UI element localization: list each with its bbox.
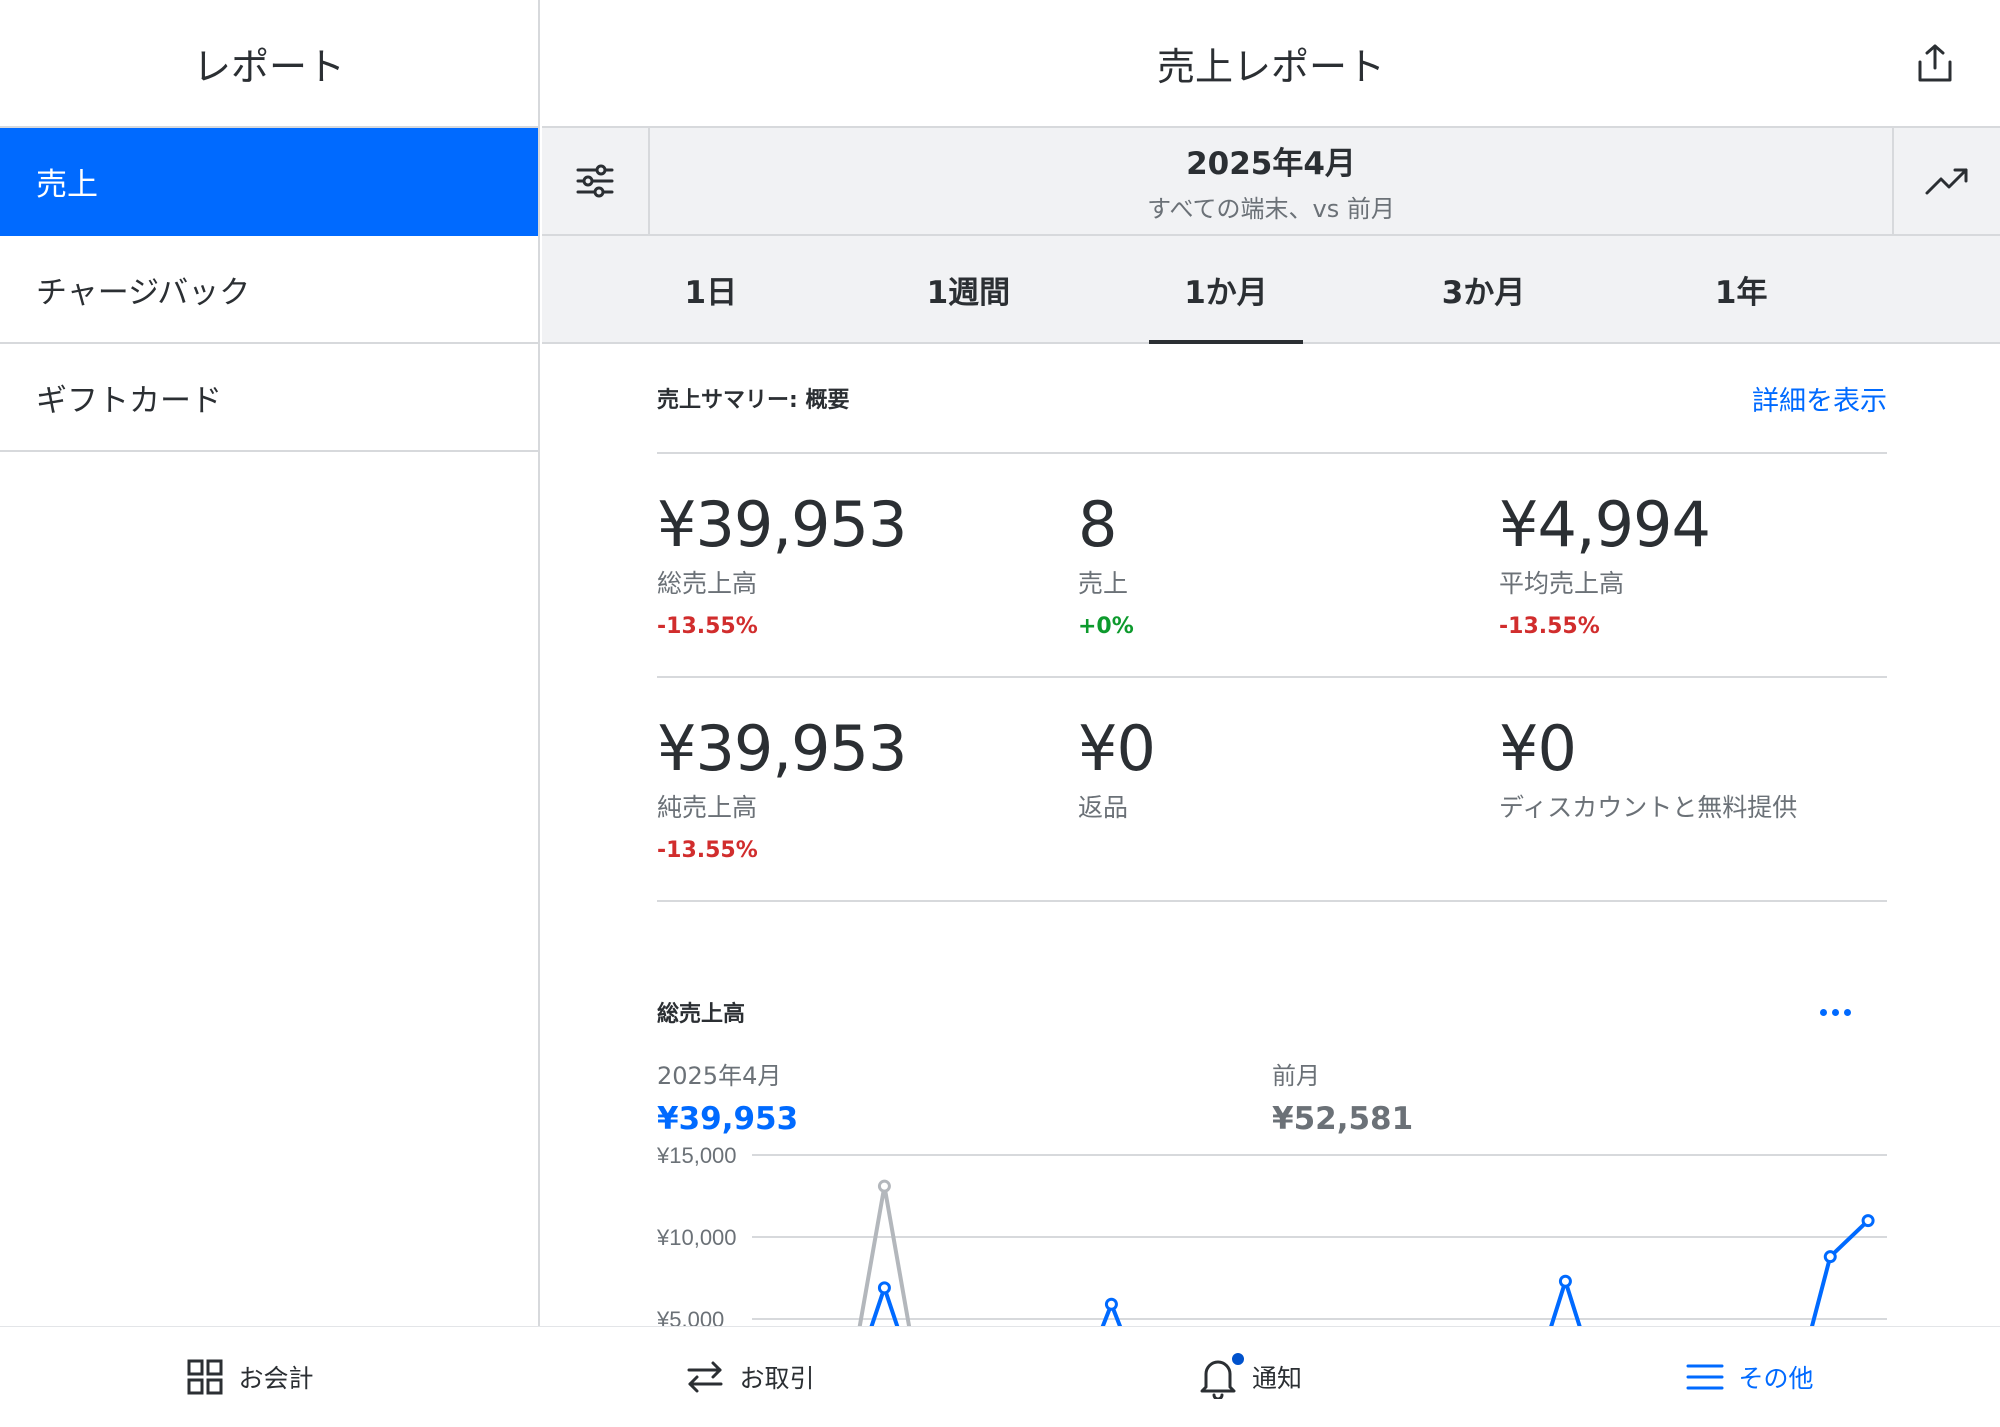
page-title: 売上レポート (1156, 44, 1385, 89)
view-details-link[interactable]: 詳細を表示 (1752, 379, 1887, 418)
nav-label: その他 (1738, 1364, 1814, 1393)
dot-icon (1832, 1008, 1839, 1016)
chart-comparison: 2025年4月 ¥39,953 前月 ¥52,581 (657, 1056, 1887, 1137)
current-period-value: ¥39,953 (657, 1101, 799, 1137)
notification-badge (1229, 1351, 1246, 1367)
nav-label: お会計 (238, 1364, 314, 1393)
dot-icon (1844, 1008, 1851, 1016)
data-point[interactable] (1823, 1250, 1837, 1264)
bottom-nav: お会計 お取引 通知 その他 (0, 1326, 2000, 1427)
period-selector-bar: 2025年4月 すべての端末、vs 前月 (542, 128, 2000, 236)
data-point[interactable] (877, 1179, 891, 1193)
metric-value: 8 (1078, 488, 1117, 561)
period-title: 2025年4月 (1186, 146, 1356, 182)
metric-change: +0% (1078, 614, 1134, 639)
data-point[interactable] (1558, 1274, 1572, 1288)
bell-wrapper (1198, 1351, 1246, 1401)
more-options-button[interactable] (1820, 1008, 1851, 1016)
metric-refunds[interactable]: ¥0 返品 (1078, 718, 1499, 900)
metric-change: -13.55% (657, 838, 758, 863)
tab-3-months[interactable]: 3か月 (1355, 236, 1613, 342)
nav-label: お取引 (739, 1364, 815, 1393)
period-subtitle: すべての端末、vs 前月 (1147, 195, 1395, 223)
trending-up-icon (1925, 168, 1968, 195)
grid-icon (187, 1359, 223, 1395)
nav-more[interactable]: その他 (1500, 1327, 2000, 1427)
range-tabs: 1日 1週間 1か月 3か月 1年 (542, 236, 2000, 344)
data-point[interactable] (1861, 1214, 1875, 1228)
metric-value: ¥39,953 (657, 712, 907, 785)
report-content: 売上サマリー: 概要 詳細を表示 ¥39,953 総売上高 -13.55% 8 … (656, 344, 1887, 1326)
metric-net-sales[interactable]: ¥39,953 純売上高 -13.55% (657, 718, 1078, 900)
dot-icon (1820, 1008, 1827, 1016)
metric-label: 純売上高 (657, 793, 758, 822)
current-period-label: 2025年4月 (657, 1062, 782, 1090)
current-period: 2025年4月 ¥39,953 (657, 1056, 1272, 1137)
gross-sales-line-chart: ¥15,000 ¥10,000 ¥5,000 (656, 1143, 1887, 1326)
swap-arrows-icon (687, 1361, 723, 1393)
sidebar-title: レポート (0, 0, 538, 128)
sidebar-item-label: チャージバック (36, 274, 251, 311)
metric-change: -13.55% (657, 614, 758, 639)
metric-change: -13.55% (1499, 614, 1600, 639)
trend-button[interactable] (1892, 128, 2000, 234)
sliders-icon (576, 164, 614, 198)
metric-value: ¥0 (1499, 712, 1577, 785)
chart-header: 総売上高 (657, 992, 1887, 1032)
metric-gross-sales[interactable]: ¥39,953 総売上高 -13.55% (657, 494, 1078, 676)
data-point[interactable] (1104, 1297, 1118, 1311)
metric-sales-count[interactable]: 8 売上 +0% (1078, 494, 1499, 676)
tab-1-month[interactable]: 1か月 (1097, 236, 1355, 344)
chart-title: 総売上高 (657, 1002, 746, 1027)
metrics-row: ¥39,953 総売上高 -13.55% 8 売上 +0% ¥4,994 平均売… (657, 454, 1887, 678)
metric-label: ディスカウントと無料提供 (1499, 793, 1798, 822)
metrics-row: ¥39,953 純売上高 -13.55% ¥0 返品 ¥0 ディスカウントと無料… (657, 678, 1887, 902)
nav-checkout[interactable]: お会計 (0, 1327, 500, 1427)
previous-period-value: ¥52,581 (1272, 1101, 1414, 1137)
share-icon (1918, 44, 1952, 82)
nav-transactions[interactable]: お取引 (500, 1327, 1000, 1427)
metric-value: ¥4,994 (1499, 488, 1711, 561)
series-line-previous (857, 1184, 912, 1326)
summary-header: 売上サマリー: 概要 詳細を表示 (657, 344, 1887, 454)
metric-value: ¥39,953 (657, 488, 907, 561)
tab-1-year[interactable]: 1年 (1612, 236, 1870, 342)
previous-period-label: 前月 (1272, 1062, 1320, 1090)
sidebar-item-chargebacks[interactable]: チャージバック (0, 236, 538, 344)
metric-average-sale[interactable]: ¥4,994 平均売上高 -13.55% (1499, 494, 1887, 676)
sidebar-item-label: 売上 (36, 166, 98, 203)
main-panel: 売上レポート 2025年4月 すべての端末、vs 前月 1日 1週間 1か月 3… (542, 0, 2000, 1326)
sidebar-item-sales[interactable]: 売上 (0, 128, 538, 236)
nav-label: 通知 (1251, 1364, 1302, 1393)
metric-label: 総売上高 (657, 569, 758, 598)
y-tick-label: ¥10,000 (656, 1225, 737, 1250)
metric-label: 返品 (1078, 793, 1129, 822)
metric-value: ¥0 (1078, 712, 1156, 785)
sidebar-item-gift-cards[interactable]: ギフトカード (0, 344, 538, 452)
y-tick-label: ¥15,000 (656, 1143, 737, 1168)
chart-area: ¥15,000 ¥10,000 ¥5,000 (656, 1137, 1887, 1326)
tab-1-day[interactable]: 1日 (582, 236, 840, 342)
filter-button[interactable] (542, 128, 650, 234)
page-header: 売上レポート (542, 0, 2000, 128)
metric-label: 平均売上高 (1499, 569, 1625, 598)
y-tick-label: ¥5,000 (656, 1307, 724, 1326)
nav-notifications[interactable]: 通知 (1000, 1327, 1500, 1427)
share-button[interactable] (1912, 40, 1958, 86)
gross-sales-chart-section: 総売上高 2025年4月 ¥39,953 前月 ¥52,581 ¥15,000 … (656, 992, 1887, 1326)
metric-label: 売上 (1078, 569, 1129, 598)
sidebar-item-label: ギフトカード (36, 382, 222, 419)
sidebar: レポート 売上 チャージバック ギフトカード (0, 0, 540, 1326)
menu-icon (1686, 1364, 1724, 1390)
summary-title: 売上サマリー: 概要 (657, 388, 850, 413)
previous-period: 前月 ¥52,581 (1272, 1056, 1887, 1137)
metric-discounts[interactable]: ¥0 ディスカウントと無料提供 (1499, 718, 1887, 900)
period-picker[interactable]: 2025年4月 すべての端末、vs 前月 (650, 128, 1892, 234)
tab-1-week[interactable]: 1週間 (840, 236, 1098, 342)
data-point[interactable] (877, 1281, 891, 1295)
